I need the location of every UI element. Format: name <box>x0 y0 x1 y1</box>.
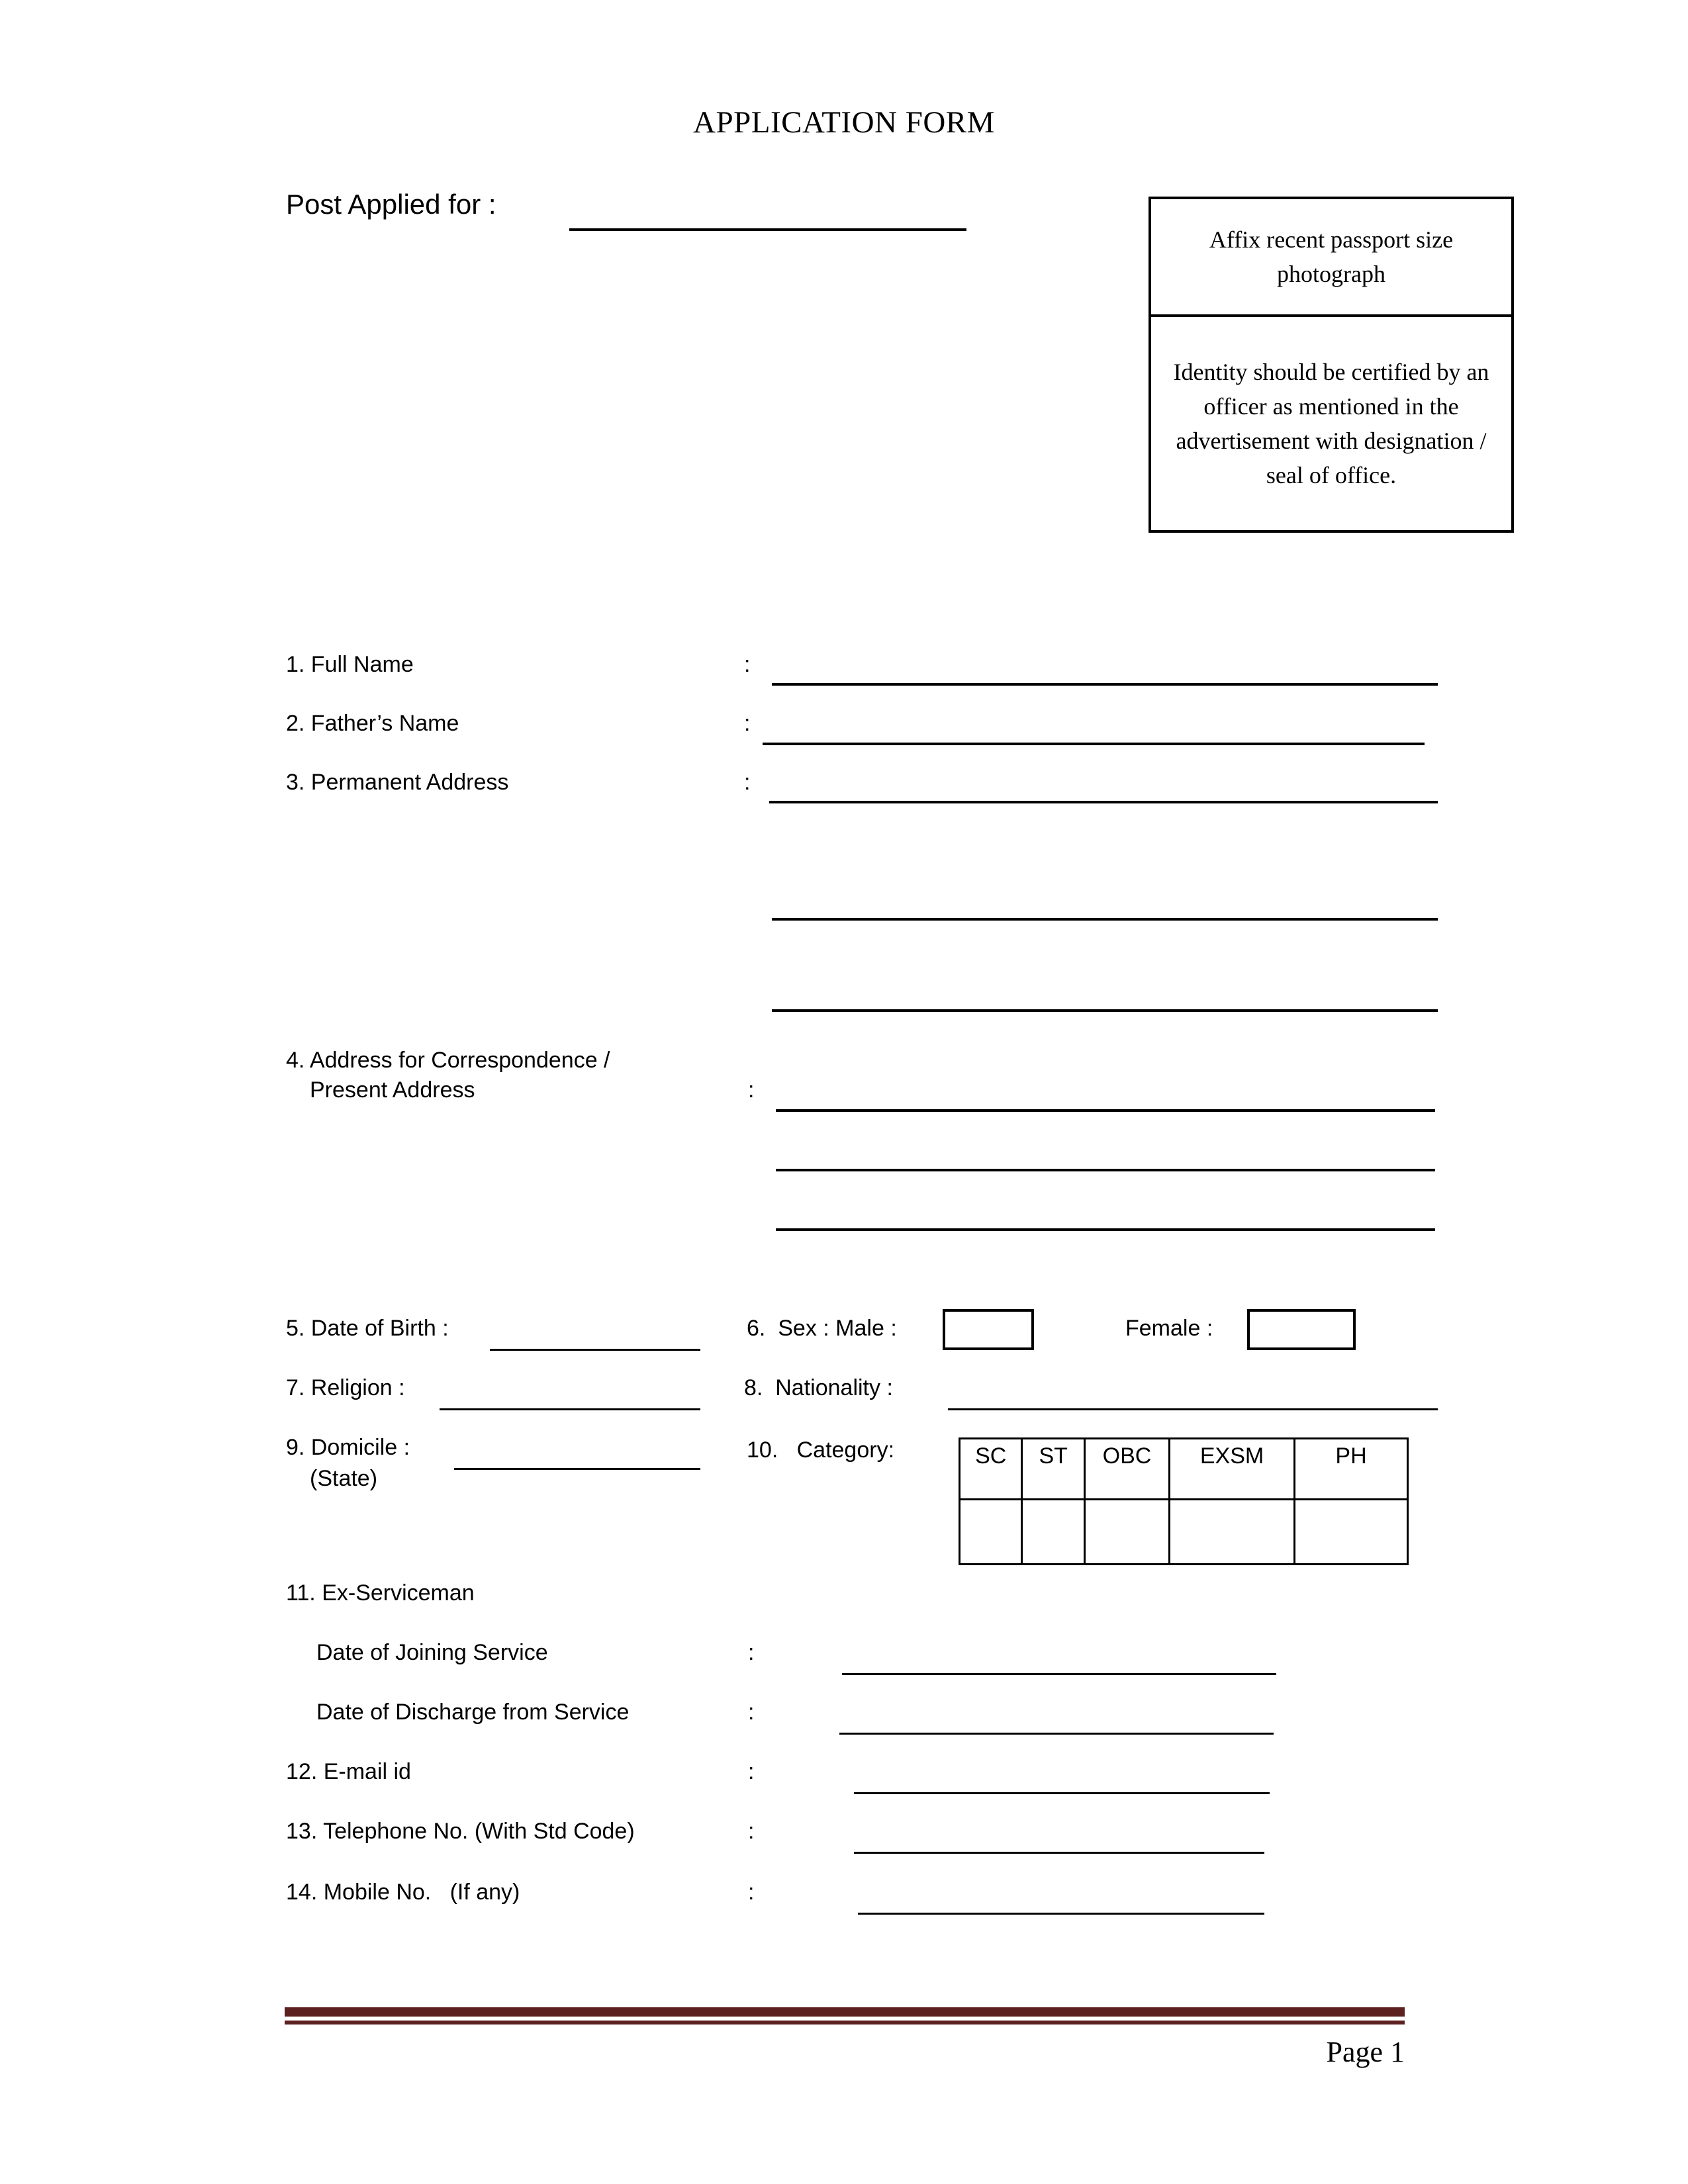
permanent-address-colon: : <box>744 770 751 795</box>
page-number: Page 1 <box>1326 2036 1405 2068</box>
fathers-name-input[interactable] <box>763 743 1425 745</box>
date-of-discharge-colon: : <box>748 1700 755 1725</box>
date-of-joining-label: Date of Joining Service <box>316 1640 548 1665</box>
full-name-label: 1. Full Name <box>286 652 414 677</box>
correspondence-address-label-line1: 4. Address for Correspondence / <box>286 1048 610 1073</box>
category-cell-ph[interactable] <box>1293 1498 1409 1565</box>
category-cell-exsm[interactable] <box>1168 1498 1296 1565</box>
nationality-label: 8. Nationality : <box>744 1375 893 1400</box>
correspondence-address-input-line-2[interactable] <box>776 1169 1435 1171</box>
religion-label: 7. Religion : <box>286 1375 405 1400</box>
sex-female-label: Female : <box>1125 1316 1213 1341</box>
telephone-label: 13. Telephone No. (With Std Code) <box>286 1819 635 1844</box>
correspondence-address-colon: : <box>748 1077 755 1103</box>
date-of-joining-input[interactable] <box>842 1673 1276 1675</box>
mobile-input[interactable] <box>858 1913 1264 1915</box>
religion-input[interactable] <box>440 1408 700 1410</box>
fathers-name-colon: : <box>744 711 751 736</box>
footer-divider-thin <box>285 2021 1405 2025</box>
full-name-colon: : <box>744 652 751 677</box>
telephone-input[interactable] <box>854 1852 1264 1854</box>
date-of-birth-label: 5. Date of Birth : <box>286 1316 449 1341</box>
category-header-obc: OBC <box>1083 1437 1171 1500</box>
date-of-joining-colon: : <box>748 1640 755 1665</box>
permanent-address-input-line-2[interactable] <box>772 918 1438 921</box>
correspondence-address-input-line-3[interactable] <box>776 1228 1435 1231</box>
date-of-discharge-label: Date of Discharge from Service <box>316 1700 630 1725</box>
email-label: 12. E-mail id <box>286 1759 411 1784</box>
photograph-certify-cell: Identity should be certified by an offic… <box>1151 317 1511 530</box>
photograph-affix-text: Affix recent passport size photograph <box>1209 226 1454 287</box>
photograph-affix-cell: Affix recent passport size photograph <box>1151 199 1511 317</box>
post-applied-label: Post Applied for : <box>286 189 496 220</box>
nationality-input[interactable] <box>948 1408 1438 1410</box>
sex-male-checkbox[interactable] <box>943 1309 1034 1350</box>
date-of-birth-input[interactable] <box>490 1349 700 1351</box>
category-header-exsm: EXSM <box>1168 1437 1296 1500</box>
photograph-box: Affix recent passport size photograph Id… <box>1149 197 1514 533</box>
footer-divider-thick <box>285 2007 1405 2017</box>
telephone-colon: : <box>748 1819 755 1844</box>
domicile-label: 9. Domicile : <box>286 1435 410 1460</box>
category-value-row <box>958 1498 1409 1565</box>
correspondence-address-label-line2: Present Address <box>310 1077 475 1103</box>
sex-female-checkbox[interactable] <box>1247 1309 1356 1350</box>
email-input[interactable] <box>854 1792 1270 1794</box>
full-name-input[interactable] <box>772 683 1438 686</box>
category-cell-sc[interactable] <box>958 1498 1023 1565</box>
permanent-address-input-line-1[interactable] <box>769 801 1438 803</box>
mobile-colon: : <box>748 1880 755 1905</box>
fathers-name-label: 2. Father’s Name <box>286 711 459 736</box>
photograph-certify-text: Identity should be certified by an offic… <box>1173 359 1489 488</box>
category-header-row: SC ST OBC EXSM PH <box>958 1437 1409 1500</box>
domicile-input[interactable] <box>454 1468 700 1470</box>
category-header-ph: PH <box>1293 1437 1409 1500</box>
category-cell-obc[interactable] <box>1083 1498 1171 1565</box>
permanent-address-label: 3. Permanent Address <box>286 770 509 795</box>
ex-serviceman-label: 11. Ex-Serviceman <box>286 1580 475 1606</box>
mobile-label: 14. Mobile No. (If any) <box>286 1880 520 1905</box>
category-table: SC ST OBC EXSM PH <box>958 1437 1409 1565</box>
category-label: 10. Category: <box>747 1437 895 1463</box>
page-title: APPLICATION FORM <box>693 105 995 140</box>
application-form-page: APPLICATION FORM Post Applied for : Affi… <box>0 0 1688 2184</box>
domicile-state-sublabel: (State) <box>310 1466 378 1491</box>
correspondence-address-input-line-1[interactable] <box>776 1109 1435 1112</box>
post-applied-input[interactable] <box>569 228 966 231</box>
sex-male-label: 6. Sex : Male : <box>747 1316 897 1341</box>
email-colon: : <box>748 1759 755 1784</box>
category-header-st: ST <box>1021 1437 1086 1500</box>
date-of-discharge-input[interactable] <box>839 1733 1274 1735</box>
permanent-address-input-line-3[interactable] <box>772 1009 1438 1012</box>
category-cell-st[interactable] <box>1021 1498 1086 1565</box>
category-header-sc: SC <box>958 1437 1023 1500</box>
